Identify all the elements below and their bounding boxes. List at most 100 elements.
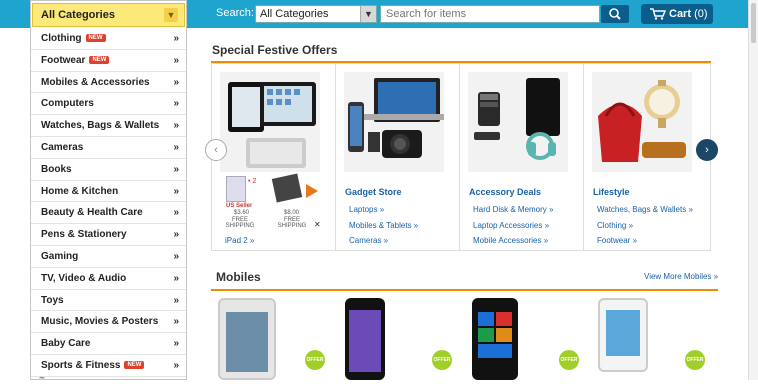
sidebar-item-footwear[interactable]: Footwear NEW »: [31, 50, 186, 72]
sidebar-item-beauty-health-care[interactable]: Beauty & Health Care »: [31, 202, 186, 225]
cart-button[interactable]: Cart (0): [641, 4, 713, 24]
offer-link[interactable]: Hard Disk & Memory »: [473, 205, 553, 214]
cart-icon: [650, 8, 666, 20]
offer-badge[interactable]: OFFER: [432, 350, 452, 370]
chevron-right-icon: »: [173, 98, 179, 110]
new-badge: NEW: [124, 360, 145, 369]
offer-title[interactable]: Lifestyle: [593, 187, 630, 197]
mobiles-divider: [211, 289, 718, 291]
sidebar-item-baby-care[interactable]: Baby Care »: [31, 333, 186, 355]
offer-link[interactable]: Laptop Accessories »: [473, 221, 549, 230]
sidebar-item-label: Computers: [41, 98, 94, 110]
offer-col-gadget: Gadget Store Laptops » Mobiles & Tablets…: [336, 64, 460, 250]
close-icon[interactable]: ✕: [314, 220, 321, 229]
chevron-right-icon: »: [173, 338, 179, 350]
ad-price: $8.00: [284, 210, 300, 216]
ad-seller: US Seller: [226, 203, 253, 209]
sidebar-item-label: Footwear: [41, 54, 86, 66]
mobile-product-image[interactable]: [345, 298, 385, 380]
sidebar-item-mobiles-accessories[interactable]: Mobiles & Accessories »: [31, 72, 186, 94]
offer-link[interactable]: Watches, Bags & Wallets »: [597, 205, 693, 214]
sidebar-item-label: Baby Care: [41, 338, 91, 350]
sidebar-item-label: Beauty & Health Care: [41, 207, 143, 219]
offer-col-accessory: Accessory Deals Hard Disk & Memory » Lap…: [460, 64, 584, 250]
sidebar-item-toys[interactable]: Toys »: [31, 290, 186, 312]
sidebar-item-label: Watches, Bags & Wallets: [41, 120, 160, 132]
new-badge: NEW: [89, 55, 110, 64]
chevron-right-icon: »: [173, 54, 179, 66]
chevron-right-icon: »: [173, 33, 179, 44]
offer-col-lifestyle: Lifestyle Watches, Bags & Wallets » Clot…: [584, 64, 708, 250]
sidebar-item-clothing[interactable]: Clothing NEW »: [31, 28, 186, 50]
offer-link[interactable]: Laptops »: [349, 205, 384, 214]
ad-shipping: FREE SHIPPING: [277, 217, 307, 229]
sidebar-item-label: Home & Kitchen: [41, 185, 119, 197]
chevron-right-icon: »: [173, 229, 179, 241]
ad-play-icon[interactable]: [306, 184, 318, 198]
offer-link[interactable]: Mobiles & Tablets »: [349, 221, 418, 230]
offer-link[interactable]: Cameras »: [349, 236, 388, 245]
accessory-image[interactable]: [468, 72, 568, 172]
sidebar-item-label: Mobiles & Accessories: [41, 76, 150, 88]
offer-link[interactable]: iPad 2 »: [225, 236, 254, 245]
gadget-image[interactable]: [344, 72, 444, 172]
search-button[interactable]: [601, 5, 629, 23]
mobile-product-image[interactable]: [598, 298, 648, 372]
mobile-product-image[interactable]: [218, 298, 276, 380]
search-input[interactable]: [380, 5, 600, 23]
offer-badge[interactable]: OFFER: [559, 350, 579, 370]
sidebar-header-label: All Categories: [41, 9, 115, 21]
offer-link[interactable]: Footwear »: [597, 236, 637, 245]
chevron-right-icon: »: [173, 141, 179, 153]
chevron-right-icon: »: [173, 207, 179, 219]
chevron-down-icon[interactable]: ▼: [164, 8, 178, 22]
carousel-prev-button[interactable]: ‹: [205, 139, 227, 161]
ad-product-image[interactable]: [271, 173, 303, 203]
mobile-product-image[interactable]: [472, 298, 518, 380]
sidebar-item-label: Books: [41, 163, 72, 175]
vertical-scrollbar[interactable]: [748, 0, 758, 380]
category-select-value: All Categories: [260, 8, 329, 20]
chevron-right-icon: »: [173, 163, 179, 175]
chevron-right-icon: »: [173, 316, 179, 328]
cart-count: (0): [694, 8, 708, 20]
sidebar-item-music-movies-posters[interactable]: Music, Movies & Posters »: [31, 311, 186, 334]
sidebar-item-pens-stationery[interactable]: Pens & Stationery »: [31, 224, 186, 246]
scrollbar-thumb[interactable]: [751, 3, 756, 43]
ad-product-image[interactable]: [226, 176, 246, 202]
ad-arrow: • 2: [248, 178, 257, 185]
sidebar-item-gaming[interactable]: Gaming »: [31, 246, 186, 268]
sidebar-item-tv-video-audio[interactable]: TV, Video & Audio »: [31, 268, 186, 290]
sidebar-item-watches-bags-wallets[interactable]: Watches, Bags & Wallets »: [31, 115, 186, 137]
sidebar-item-label: Pens & Stationery: [41, 229, 127, 241]
chevron-right-icon: »: [173, 120, 179, 132]
lifestyle-image[interactable]: [592, 72, 692, 172]
ad-overlay[interactable]: • 2 US Seller $3.60 $8.00 FREE SHIPPING …: [224, 173, 324, 232]
sidebar-item-label: Gaming: [41, 250, 79, 262]
sidebar-item-books[interactable]: Books »: [31, 159, 186, 181]
offer-badge[interactable]: OFFER: [305, 350, 325, 370]
sidebar-item-computers[interactable]: Computers »: [31, 93, 186, 116]
offer-title[interactable]: Accessory Deals: [469, 187, 541, 197]
sidebar-header[interactable]: All Categories ▼: [32, 3, 185, 27]
offer-title[interactable]: Gadget Store: [345, 187, 402, 197]
sidebar-item-cameras[interactable]: Cameras »: [31, 137, 186, 159]
chevron-right-icon: »: [173, 185, 179, 197]
sidebar-item-sports-fitness[interactable]: Sports & Fitness NEW »: [31, 355, 186, 377]
sidebar-item-home-kitchen[interactable]: Home & Kitchen »: [31, 181, 186, 203]
offer-link[interactable]: Clothing »: [597, 221, 633, 230]
new-badge: NEW: [85, 34, 106, 42]
category-select[interactable]: All Categories ▼: [255, 5, 377, 23]
sidebar-item-label: Toys: [41, 294, 64, 306]
offer-badge[interactable]: OFFER: [685, 350, 705, 370]
sidebar-item-label: Clothing: [41, 33, 82, 44]
view-more-mobiles-link[interactable]: View More Mobiles »: [644, 272, 718, 281]
chevron-down-icon[interactable]: ▼: [360, 6, 376, 22]
carousel-next-button[interactable]: ›: [696, 139, 718, 161]
offer-link[interactable]: Mobile Accessories »: [473, 236, 548, 245]
search-icon: [609, 8, 621, 20]
ad-shipping: FREE SHIPPING: [225, 217, 255, 229]
sidebar-item-label: Music, Movies & Posters: [41, 316, 159, 328]
chevron-right-icon: »: [173, 359, 179, 371]
ipad-image[interactable]: [220, 72, 320, 172]
